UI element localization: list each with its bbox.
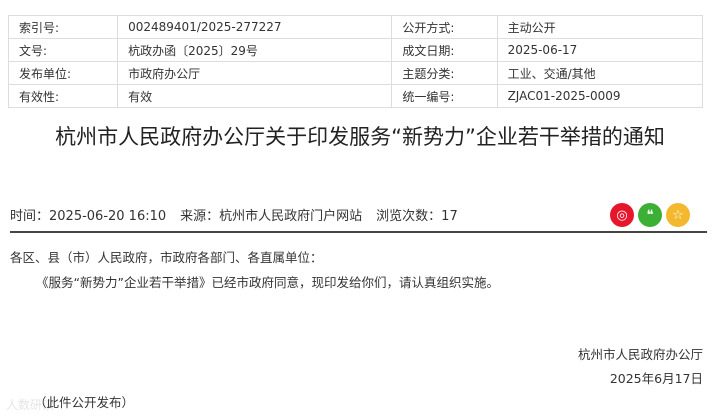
article-meta: 时间：2025-06-20 16:10 来源：杭州市人民政府门户网站 浏览次数：17 bbox=[10, 205, 472, 224]
salutation: 各区、县（市）人民政府，市政府各部门、各直属单位： bbox=[10, 250, 323, 265]
info-label: 索引号: bbox=[7, 15, 119, 39]
publish-note: （此件公开发布） bbox=[34, 395, 135, 410]
share-bar: ◎ ❝ ☆ bbox=[610, 203, 690, 227]
body-paragraph: 《服务“新势力”企业若干举措》已经市政府同意，现印发给你们，请认真组织实施。 bbox=[36, 275, 499, 290]
info-label: 有效性: bbox=[7, 84, 119, 108]
info-value: 主动公开 bbox=[496, 15, 704, 39]
info-label: 公开方式: bbox=[391, 15, 498, 39]
signature-date: 2025年6月17日 bbox=[609, 371, 703, 386]
source: 来源：杭州市人民政府门户网站 bbox=[180, 209, 363, 224]
table-row: 有效性: 有效 统一编号: ZJAC01-2025-0009 bbox=[7, 84, 704, 108]
publish-time: 时间：2025-06-20 16:10 bbox=[10, 209, 167, 224]
info-value: 2025-06-17 bbox=[496, 38, 704, 62]
info-value: ZJAC01-2025-0009 bbox=[496, 84, 704, 108]
table-row: 文号: 杭政办函〔2025〕29号 成文日期: 2025-06-17 bbox=[7, 38, 704, 62]
wechat-icon[interactable]: ❝ bbox=[638, 203, 662, 227]
table-row: 发布单位: 市政府办公厅 主题分类: 工业、交通/其他 bbox=[7, 61, 704, 85]
info-value: 市政府办公厅 bbox=[117, 61, 393, 85]
signature-org: 杭州市人民政府办公厅 bbox=[577, 347, 703, 362]
info-table: 索引号: 002489401/2025-277227 公开方式: 主动公开 文号: 杭政办… bbox=[7, 15, 704, 108]
info-label: 发布单位: bbox=[7, 61, 119, 85]
info-value: 有效 bbox=[117, 84, 393, 108]
info-value: 杭政办函〔2025〕29号 bbox=[117, 38, 393, 62]
divider bbox=[10, 231, 707, 233]
info-label: 主题分类: bbox=[391, 61, 498, 85]
info-label: 文号: bbox=[7, 38, 119, 62]
table-row: 索引号: 002489401/2025-277227 公开方式: 主动公开 bbox=[7, 15, 704, 39]
info-value: 002489401/2025-277227 bbox=[117, 15, 393, 39]
info-label: 统一编号: bbox=[391, 84, 498, 108]
info-label: 成文日期: bbox=[391, 38, 498, 62]
page-title: 杭州市人民政府办公厅关于印发服务“新势力”企业若干举措的通知 bbox=[55, 125, 665, 149]
view-count: 浏览次数：17 bbox=[376, 209, 458, 224]
favorite-icon[interactable]: ☆ bbox=[666, 203, 690, 227]
weibo-icon[interactable]: ◎ bbox=[610, 203, 634, 227]
info-value: 工业、交通/其他 bbox=[496, 61, 704, 85]
